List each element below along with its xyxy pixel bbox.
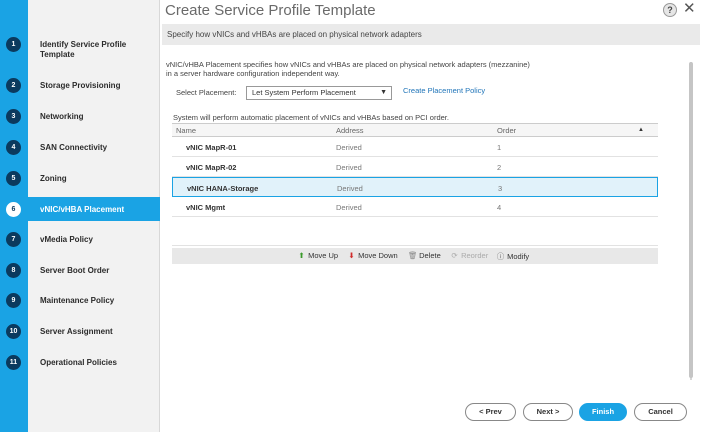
step-vnic-vhba-placement[interactable]: vNIC/vHBA Placement — [28, 197, 160, 221]
reorder-label: Reorder — [461, 251, 489, 260]
row-order: 3 — [498, 184, 503, 193]
arrow-up-icon: ⬆ — [298, 251, 305, 260]
step-number: 9 — [6, 293, 21, 308]
arrow-down-icon: ⬇ — [348, 251, 355, 260]
step-san-connectivity[interactable]: SAN Connectivity — [28, 138, 160, 156]
step-label: Zoning — [40, 173, 67, 183]
delete-label: Delete — [419, 251, 441, 260]
select-placement-value: Let System Perform Placement — [252, 88, 356, 97]
reorder-button[interactable]: ⟳ Reorder — [450, 251, 488, 260]
step-label: vMedia Policy — [40, 234, 93, 244]
row-address: Derived — [337, 184, 363, 193]
modify-button[interactable]: ⓘ Modify — [496, 251, 529, 262]
step-operational-policies[interactable]: Operational Policies — [28, 353, 160, 371]
finish-button[interactable]: Finish — [579, 403, 627, 421]
step-number: 11 — [6, 355, 21, 370]
column-header-address[interactable]: Address — [336, 126, 364, 135]
step-server-boot-order[interactable]: Server Boot Order — [28, 261, 160, 279]
step-label: SAN Connectivity — [40, 142, 108, 152]
row-order: 4 — [497, 203, 502, 212]
row-name: vNIC MapR-01 — [186, 143, 237, 152]
step-number: 1 — [6, 37, 21, 52]
cancel-button[interactable]: Cancel — [634, 403, 687, 421]
row-name: vNIC HANA-Storage — [187, 184, 259, 193]
placement-description: vNIC/vHBA Placement specifies how vNICs … — [166, 60, 566, 78]
step-storage-provisioning[interactable]: Storage Provisioning — [28, 76, 160, 94]
step-number: 8 — [6, 263, 21, 278]
vnic-table: Name Address Order ▲ vNIC MapR-01 Derive… — [172, 123, 658, 246]
select-placement-label: Select Placement: — [176, 88, 237, 97]
step-label: Operational Policies — [40, 357, 117, 367]
step-label: Networking — [40, 111, 84, 121]
step-label: vNIC/vHBA Placement — [40, 204, 125, 214]
table-row[interactable]: vNIC Mgmt Derived 4 — [172, 197, 658, 217]
step-zoning[interactable]: Zoning — [28, 169, 160, 187]
row-order: 1 — [497, 143, 502, 152]
step-vmedia-policy[interactable]: vMedia Policy — [28, 230, 160, 248]
table-row[interactable]: vNIC MapR-02 Derived 2 — [172, 157, 658, 177]
create-placement-policy-link[interactable]: Create Placement Policy — [403, 86, 485, 95]
table-toolbar: ⬆ Move Up ⬇ Move Down 🗑 Delete ⟳ Reorder… — [172, 248, 658, 264]
description-line: vNIC/vHBA Placement specifies how vNICs … — [166, 60, 530, 69]
step-label: Server Boot Order — [40, 265, 110, 275]
move-down-button[interactable]: ⬇ Move Down — [347, 251, 398, 260]
column-header-order[interactable]: Order — [497, 126, 516, 135]
trash-icon: 🗑 — [408, 251, 418, 260]
step-label: Storage Provisioning — [40, 80, 121, 90]
row-address: Derived — [336, 143, 362, 152]
chevron-down-icon: ▼ — [380, 89, 387, 96]
row-address: Derived — [336, 163, 362, 172]
table-row[interactable]: vNIC MapR-01 Derived 1 — [172, 137, 658, 157]
modify-label: Modify — [507, 252, 530, 261]
step-label: Identify Service Profile Template — [40, 40, 127, 59]
next-button[interactable]: Next > — [523, 403, 573, 421]
info-icon: ⓘ — [496, 252, 505, 261]
system-note: System will perform automatic placement … — [173, 113, 449, 122]
step-label: Server Assignment — [40, 326, 113, 336]
instruction-banner: Specify how vNICs and vHBAs are placed o… — [162, 24, 700, 45]
step-number-active: 6 — [6, 202, 21, 217]
step-number: 3 — [6, 109, 21, 124]
step-number: 7 — [6, 232, 21, 247]
scrollbar-thumb[interactable] — [689, 62, 693, 378]
reorder-icon: ⟳ — [451, 251, 458, 260]
step-number: 5 — [6, 171, 21, 186]
sort-ascending-icon[interactable]: ▲ — [638, 127, 644, 133]
row-address: Derived — [336, 203, 362, 212]
step-networking[interactable]: Networking — [28, 107, 160, 125]
help-icon[interactable]: ? — [663, 3, 677, 17]
move-up-label: Move Up — [308, 251, 339, 260]
move-up-button[interactable]: ⬆ Move Up — [297, 251, 338, 260]
table-empty-area — [172, 217, 658, 246]
table-header: Name Address Order ▲ — [172, 123, 658, 137]
step-label: Maintenance Policy — [40, 295, 115, 305]
description-line: in a server hardware configuration indep… — [166, 69, 340, 78]
column-header-name[interactable]: Name — [176, 126, 196, 135]
step-rail: 1 2 3 4 5 6 7 8 9 10 11 — [0, 0, 28, 432]
row-name: vNIC MapR-02 — [186, 163, 237, 172]
select-placement-dropdown[interactable]: Let System Perform Placement ▼ — [246, 86, 392, 100]
step-number: 2 — [6, 78, 21, 93]
row-order: 2 — [497, 163, 502, 172]
step-maintenance-policy[interactable]: Maintenance Policy — [28, 291, 160, 309]
step-server-assignment[interactable]: Server Assignment — [28, 322, 160, 340]
close-icon[interactable]: ✕ — [683, 1, 696, 17]
table-row-selected[interactable]: vNIC HANA-Storage Derived 3 — [172, 177, 658, 197]
move-down-label: Move Down — [358, 251, 398, 260]
delete-button[interactable]: 🗑 Delete — [408, 251, 441, 260]
prev-button[interactable]: < Prev — [465, 403, 516, 421]
step-number: 10 — [6, 324, 21, 339]
row-name: vNIC Mgmt — [186, 203, 226, 212]
step-identify-service-profile-template[interactable]: Identify Service Profile Template — [28, 36, 160, 64]
dialog-title: Create Service Profile Template — [165, 2, 376, 19]
wizard-steps-nav: Identify Service Profile Template Storag… — [28, 0, 160, 432]
step-number: 4 — [6, 140, 21, 155]
